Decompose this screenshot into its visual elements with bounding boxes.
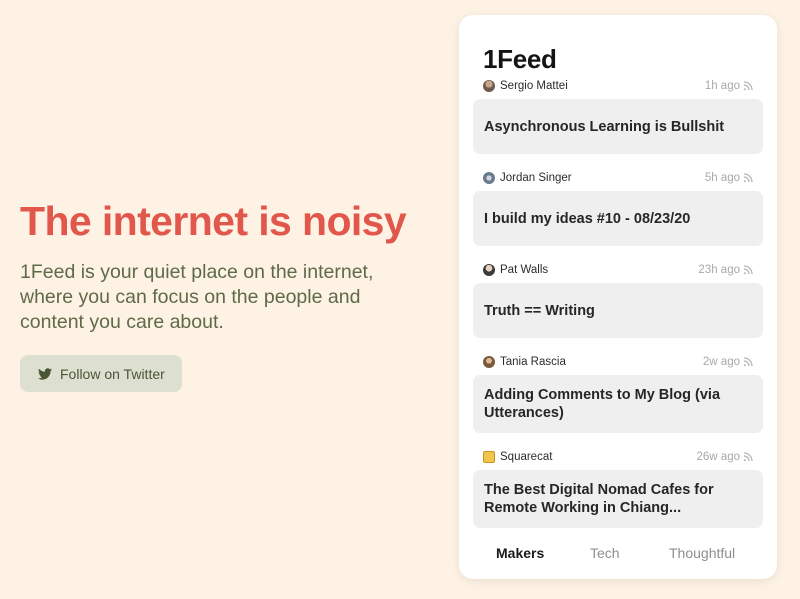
avatar: [483, 80, 495, 92]
feed-item[interactable]: Sergio Mattei 1h ago Asynchronous Learni…: [473, 78, 763, 154]
post-title[interactable]: Truth == Writing: [473, 283, 763, 338]
author-name[interactable]: Pat Walls: [500, 264, 548, 276]
category-tabs: Makers Tech Thoughtful: [459, 545, 777, 565]
app-title: 1Feed: [483, 44, 557, 74]
feed-item[interactable]: Jordan Singer 5h ago I build my ideas #1…: [473, 170, 763, 246]
rss-icon: [743, 357, 753, 367]
timestamp: 5h ago: [704, 172, 740, 184]
feed-item[interactable]: Pat Walls 23h ago Truth == Writing: [473, 262, 763, 338]
follow-twitter-button[interactable]: Follow on Twitter: [20, 355, 182, 392]
tab-makers[interactable]: Makers: [496, 545, 544, 561]
avatar: [483, 264, 495, 276]
feed-item-meta: Jordan Singer 5h ago: [473, 170, 763, 186]
page: The internet is noisy 1Feed is your quie…: [0, 0, 800, 599]
feed-item-meta: Squarecat 26w ago: [473, 449, 763, 465]
post-title[interactable]: Asynchronous Learning is Bullshit: [473, 99, 763, 154]
hero: The internet is noisy 1Feed is your quie…: [20, 198, 440, 392]
timestamp: 2w ago: [702, 356, 740, 368]
hero-subtitle: 1Feed is your quiet place on the interne…: [20, 261, 374, 333]
rss-icon: [743, 81, 753, 91]
follow-twitter-label: Follow on Twitter: [60, 365, 165, 382]
avatar: [483, 356, 495, 368]
post-title[interactable]: I build my ideas #10 - 08/23/20: [473, 191, 763, 246]
cat-logo-icon: [483, 451, 495, 463]
feed-item[interactable]: Tania Rascia 2w ago Adding Comments to M…: [473, 354, 763, 433]
rss-icon: [743, 173, 753, 183]
post-title[interactable]: Adding Comments to My Blog (via Utteranc…: [473, 375, 763, 433]
feed-item-meta: Sergio Mattei 1h ago: [473, 78, 763, 94]
timestamp: 23h ago: [698, 264, 740, 276]
feed-item[interactable]: Squarecat 26w ago The Best Digital Nomad…: [473, 449, 763, 528]
timestamp: 1h ago: [704, 80, 740, 92]
tab-thoughtful[interactable]: Thoughtful: [669, 545, 735, 561]
twitter-icon: [38, 367, 52, 380]
rss-icon: [743, 452, 753, 462]
author-name[interactable]: Sergio Mattei: [500, 80, 568, 92]
avatar: [483, 172, 495, 184]
tab-tech[interactable]: Tech: [590, 545, 620, 561]
post-title[interactable]: The Best Digital Nomad Cafes for Remote …: [473, 470, 763, 528]
feed-card: 1Feed Sergio Mattei 1h ago Asynchronous …: [459, 15, 777, 579]
feed-item-meta: Tania Rascia 2w ago: [473, 354, 763, 370]
author-name[interactable]: Squarecat: [500, 451, 552, 463]
rss-icon: [743, 265, 753, 275]
author-name[interactable]: Tania Rascia: [500, 356, 566, 368]
timestamp: 26w ago: [696, 451, 740, 463]
feed-item-meta: Pat Walls 23h ago: [473, 262, 763, 278]
hero-title: The internet is noisy: [20, 198, 407, 244]
author-name[interactable]: Jordan Singer: [500, 172, 572, 184]
